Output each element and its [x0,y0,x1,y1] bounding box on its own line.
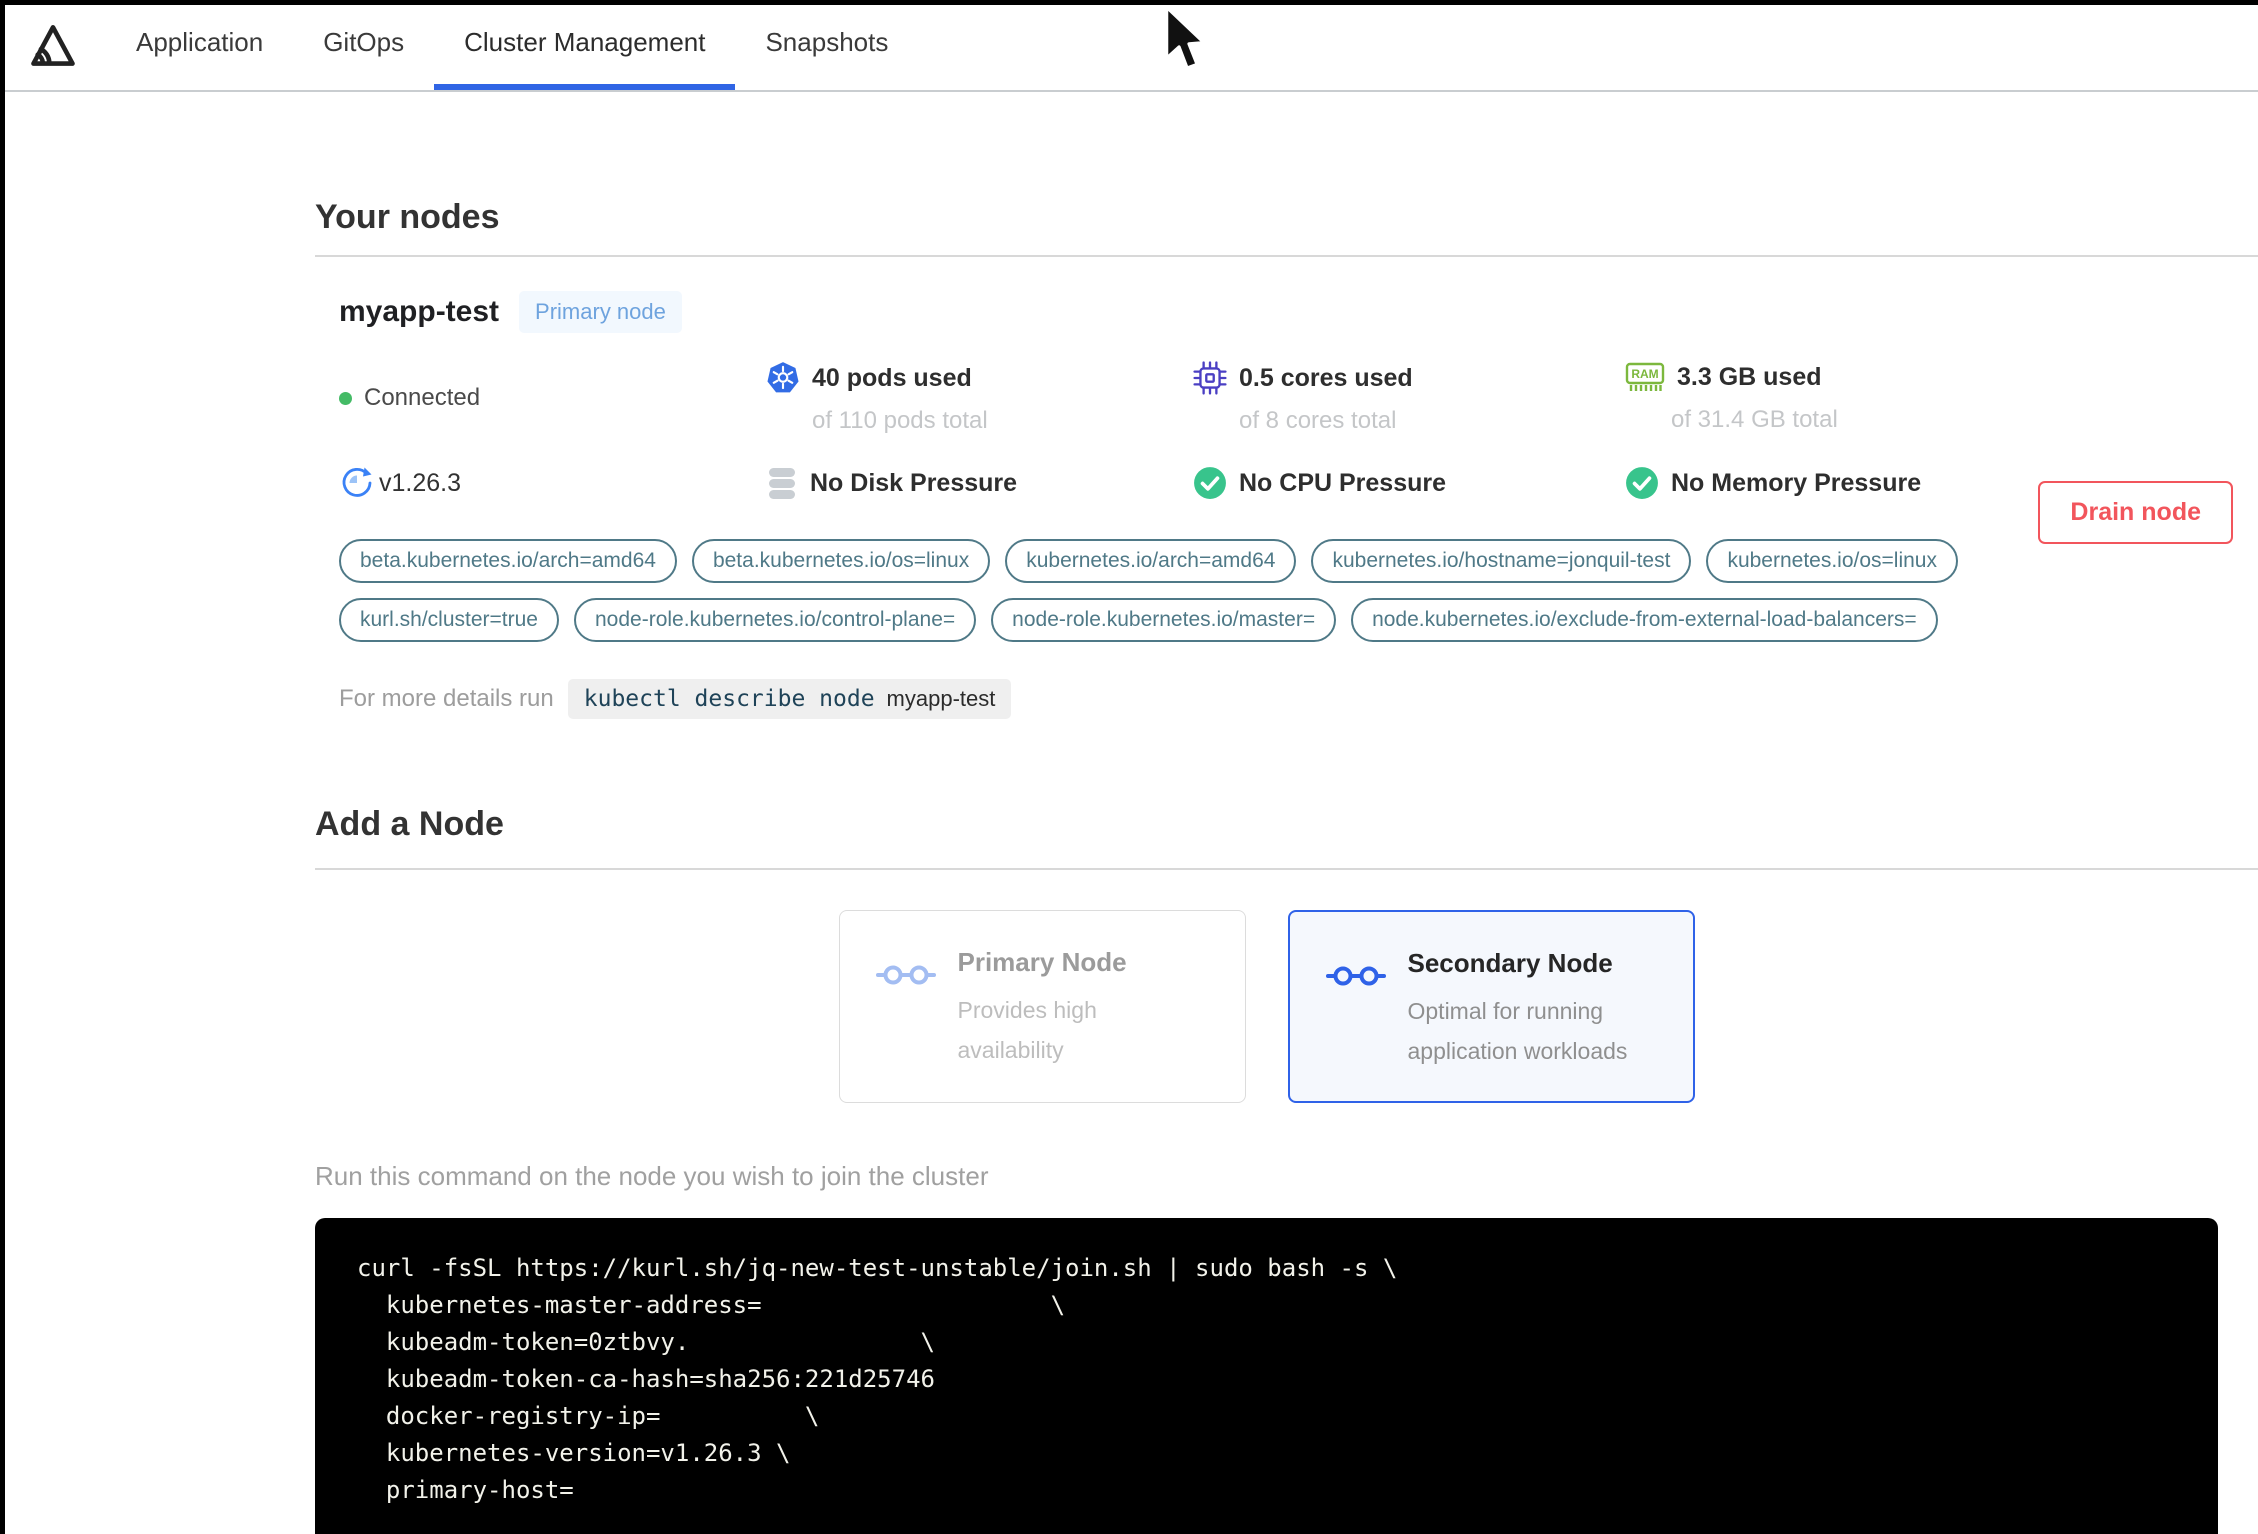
node-name: myapp-test [339,295,500,328]
your-nodes-title: Your nodes [315,198,500,236]
node-label-pill: kubernetes.io/hostname=jonquil-test [1311,539,1692,583]
section-divider [315,255,2258,257]
tab-snapshots[interactable]: Snapshots [735,0,918,90]
kubectl-command-chip: kubectl describe node myapp-test [567,679,1012,719]
cpu-icon [1193,361,1227,395]
terminal-line: primary-host= [357,1476,574,1504]
cores-total-label: of 8 cores total [1239,407,1397,434]
node-link-icon [875,961,936,1072]
pods-stat: 40 pods used of 110 pods total [766,361,1193,435]
memory-pressure-label: No Memory Pressure [1671,468,1922,497]
join-command-hint: Run this command on the node you wish to… [315,1161,989,1191]
cpu-pressure-condition: No CPU Pressure [1193,465,1625,501]
join-command-terminal: curl -fsSL https://kurl.sh/jq-new-test-u… [315,1218,2218,1534]
cores-stat: 0.5 cores used of 8 cores total [1193,361,1625,435]
tab-gitops[interactable]: GitOps [293,0,434,90]
main-content: Your nodes myapp-test Primary node Conne… [0,198,2258,1534]
tab-application[interactable]: Application [106,0,293,90]
section-divider [315,868,2258,870]
disk-pressure-label: No Disk Pressure [810,468,1018,497]
memory-stat: RAM 3.3 GB used of 31.4 GB total [1625,361,2218,435]
primary-card-title: Primary Node [957,947,1127,977]
node-label-pill: kurl.sh/cluster=true [339,598,559,642]
node-version: v1.26.3 [339,465,766,501]
kubectl-command-text: kubectl describe node [583,686,875,712]
check-circle-icon [1625,466,1659,500]
replicated-logo-icon [27,20,79,70]
disk-pressure-condition: No Disk Pressure [766,465,1193,501]
memory-used-label: 3.3 GB used [1677,363,1822,391]
ram-icon: RAM [1625,361,1665,394]
terminal-line: kubeadm-token-ca-hash=sha256:221d25746 [357,1365,935,1393]
pods-total-label: of 110 pods total [812,407,988,434]
kubectl-command-node: myapp-test [886,686,996,711]
terminal-line: curl -fsSL https://kurl.sh/jq-new-test-u… [357,1254,1398,1282]
terminal-line: kubernetes-master-address= \ [357,1291,1066,1319]
tab-cluster-management[interactable]: Cluster Management [434,0,736,90]
node-card: myapp-test Primary node Connected 40 pod… [339,291,2233,719]
disk-icon [766,466,798,500]
pods-used-label: 40 pods used [812,363,972,392]
node-label-pill: beta.kubernetes.io/os=linux [691,539,991,583]
node-label-pill: node.kubernetes.io/exclude-from-external… [1351,598,1938,642]
terminal-line: docker-registry-ip= \ [357,1402,820,1430]
primary-node-badge: Primary node [519,291,682,333]
kubernetes-icon [766,361,800,395]
node-status-label: Connected [364,384,481,411]
secondary-card-description: Optimal for running application workload… [1407,998,1628,1064]
node-version-label: v1.26.3 [379,468,462,497]
primary-card-description: Provides high availability [957,997,1097,1063]
version-history-icon [339,465,375,501]
details-prefix-label: For more details run [339,685,554,712]
node-label-pill: node-role.kubernetes.io/control-plane= [574,598,977,642]
node-link-icon [1325,962,1386,1071]
node-label-pill: node-role.kubernetes.io/master= [991,598,1337,642]
your-nodes-section: Your nodes myapp-test Primary node Conne… [315,198,2258,719]
terminal-line: kubeadm-token=0ztbvy. \ [357,1328,935,1356]
node-type-cards: Primary Node Provides high availability … [315,910,2218,1103]
app-logo[interactable] [0,0,106,90]
cores-used-label: 0.5 cores used [1239,363,1413,392]
top-nav: Application GitOps Cluster Management Sn… [0,0,2258,92]
node-status: Connected [339,361,766,435]
secondary-node-card[interactable]: Secondary Node Optimal for running appli… [1287,910,1695,1103]
primary-node-card[interactable]: Primary Node Provides high availability [838,910,1246,1103]
svg-text:RAM: RAM [1631,367,1658,381]
node-label-pill: kubernetes.io/arch=amd64 [1005,539,1297,583]
memory-total-label: of 31.4 GB total [1671,406,1838,433]
secondary-card-title: Secondary Node [1407,948,1613,978]
node-details-hint: For more details run kubectl describe no… [339,679,2218,719]
node-label-pill: beta.kubernetes.io/arch=amd64 [339,539,677,583]
node-labels: beta.kubernetes.io/arch=amd64 beta.kuber… [339,539,2044,657]
cpu-pressure-label: No CPU Pressure [1239,468,1447,497]
terminal-line: kubernetes-version=v1.26.3 \ [357,1439,791,1467]
node-label-pill: kubernetes.io/os=linux [1706,539,1958,583]
nav-tabs: Application GitOps Cluster Management Sn… [106,0,918,90]
add-node-title: Add a Node [315,805,504,843]
connected-dot-icon [339,391,352,405]
drain-node-button[interactable]: Drain node [2038,481,2233,544]
check-circle-icon [1193,466,1227,500]
add-node-section: Add a Node Primary Node Provides high av… [315,805,2258,1534]
node-stats-grid: Connected 40 pods used of 110 pods total… [339,361,2218,501]
